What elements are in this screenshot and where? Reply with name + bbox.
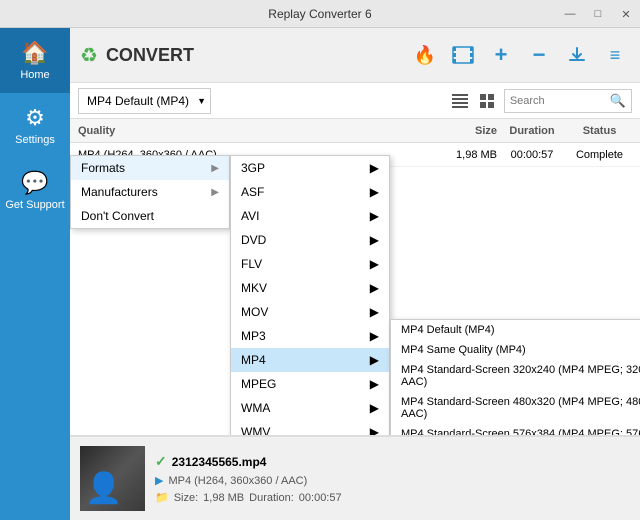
submenu-item-mp4[interactable]: MP4▶ [231,348,389,372]
table-header: Quality Size Duration Status [70,119,640,143]
submenu-item-wma[interactable]: WMA▶ [231,396,389,420]
recycle-icon: ♻ [80,43,98,68]
submenu-item-mkv[interactable]: MKV▶ [231,276,389,300]
submenu-item-avi[interactable]: AVI▶ [231,204,389,228]
sidebar-item-settings-label: Settings [15,134,55,146]
file-codec: MP4 (H264, 360x360 / AAC) [168,475,307,487]
submenu-item-asf[interactable]: ASF▶ [231,180,389,204]
size-label: Size: [174,492,198,504]
sidebar-item-support[interactable]: 💬 Get Support [0,158,70,223]
chat-icon: 💬 [21,170,48,196]
submenu-item-wmv[interactable]: WMV▶ [231,420,389,435]
submenu-item-3gp[interactable]: 3GP▶ [231,156,389,180]
col-status-header: Status [567,125,632,137]
formats-menu-item-noconvert[interactable]: Don't Convert [71,204,229,228]
arrow-icon: ▶ [211,163,219,174]
view-icons: 🔍 [448,89,632,113]
list-view-icon[interactable] [448,89,472,113]
filename: 2312345565.mp4 [172,455,267,469]
duration-value: 00:00:57 [299,492,342,504]
toolbar-icons: 🔥 + − [410,40,630,70]
content-area: ♻ CONVERT 🔥 + − [70,28,640,520]
submenu-item-mov[interactable]: MOV▶ [231,300,389,324]
submenu-item-flv[interactable]: FLV▶ [231,252,389,276]
duration-label: Duration: [249,492,294,504]
search-input[interactable] [510,95,610,107]
check-icon: ✓ [155,453,167,470]
formats-menu[interactable]: Formats ▶ Manufacturers ▶ Don't Convert [70,155,230,229]
search-box: 🔍 [504,89,632,113]
col-quality-header: Quality [78,125,437,137]
formats-menu-item-formats[interactable]: Formats ▶ [71,156,229,180]
sidebar-item-home[interactable]: 🏠 Home [0,28,70,93]
thumbnail [80,446,145,511]
format-select[interactable]: MP4 Default (MP4) [78,88,211,114]
sidebar: 🏠 Home ⚙ Settings 💬 Get Support [0,28,70,520]
row-size: 1,98 MB [437,149,497,161]
mp4-submenu[interactable]: MP4 Default (MP4) MP4 Same Quality (MP4)… [390,319,640,435]
mp4-item-same-quality[interactable]: MP4 Same Quality (MP4) [391,340,640,360]
minimize-button[interactable]: — [556,0,584,28]
thumbnail-image [80,446,145,511]
download-icon[interactable] [562,40,592,70]
mp4-item-default[interactable]: MP4 Default (MP4) [391,320,640,340]
flame-icon[interactable]: 🔥 [410,40,440,70]
remove-icon[interactable]: − [524,40,554,70]
main-layout: 🏠 Home ⚙ Settings 💬 Get Support ♻ CONVER… [0,28,640,520]
file-info: ✓ 2312345565.mp4 ▶ MP4 (H264, 360x360 / … [155,453,342,504]
play-icon: ▶ [155,474,163,487]
search-icon[interactable]: 🔍 [610,93,626,109]
header-toolbar: ♻ CONVERT 🔥 + − [70,28,640,83]
row-status: Complete [567,149,632,161]
format-select-wrapper: MP4 Default (MP4) [78,88,211,114]
window-controls: — □ ✕ [556,0,640,28]
page-title: CONVERT [106,45,194,66]
size-value: 1,98 MB [203,492,244,504]
col-duration-header: Duration [497,125,567,137]
menu-icon[interactable]: ≡ [600,40,630,70]
home-icon: 🏠 [21,40,48,66]
submenu-item-dvd[interactable]: DVD▶ [231,228,389,252]
file-codec-row: ▶ MP4 (H264, 360x360 / AAC) [155,474,342,487]
folder-icon: 📁 [155,491,169,504]
gear-icon: ⚙ [25,105,45,131]
titlebar: Replay Converter 6 — □ ✕ [0,0,640,28]
grid-view-icon[interactable] [476,89,500,113]
sidebar-item-home-label: Home [20,69,49,81]
bottom-panel: ✓ 2312345565.mp4 ▶ MP4 (H264, 360x360 / … [70,435,640,520]
submenu-item-mpeg[interactable]: MPEG▶ [231,372,389,396]
sidebar-item-settings[interactable]: ⚙ Settings [0,93,70,158]
close-button[interactable]: ✕ [612,0,640,28]
sidebar-item-support-label: Get Support [5,199,64,211]
submenu-item-mp3[interactable]: MP3▶ [231,324,389,348]
maximize-button[interactable]: □ [584,0,612,28]
film-icon[interactable] [448,40,478,70]
row-duration: 00:00:57 [497,149,567,161]
file-size-row: 📁 Size: 1,98 MB Duration: 00:00:57 [155,491,342,504]
sub-toolbar: MP4 Default (MP4) [70,83,640,119]
mp4-item-576x384[interactable]: MP4 Standard-Screen 576x384 (MP4 MPEG; 5… [391,424,640,435]
mp4-item-480x320[interactable]: MP4 Standard-Screen 480x320 (MP4 MPEG; 4… [391,392,640,424]
formats-menu-item-manufacturers[interactable]: Manufacturers ▶ [71,180,229,204]
col-size-header: Size [437,125,497,137]
formats-submenu[interactable]: 3GP▶ ASF▶ AVI▶ DVD▶ FLV▶ MKV▶ MOV▶ MP3▶ … [230,155,390,435]
table-area: Quality Size Duration Status MP4 (H264, … [70,119,640,435]
mp4-item-320x240[interactable]: MP4 Standard-Screen 320x240 (MP4 MPEG; 3… [391,360,640,392]
arrow-icon: ▶ [211,187,219,198]
app-title: Replay Converter 6 [268,7,371,21]
add-icon[interactable]: + [486,40,516,70]
file-name-row: ✓ 2312345565.mp4 [155,453,342,470]
